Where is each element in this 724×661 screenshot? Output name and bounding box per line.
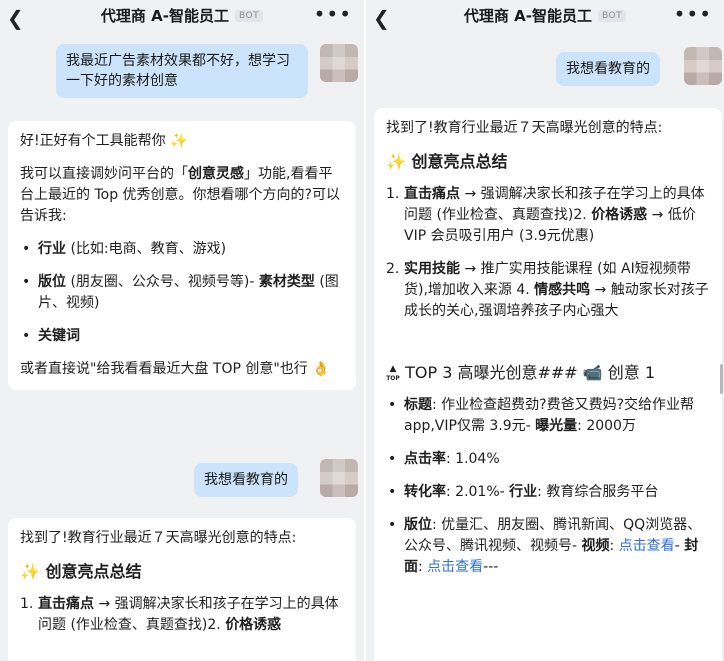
more-dots-icon[interactable]: •••	[674, 2, 712, 26]
user-message-bubble: 我最近广告素材效果都不好，想学习一下好的素材创意	[56, 44, 308, 98]
user-avatar[interactable]	[320, 459, 358, 497]
point-list: 1. 直击痛点 → 强调解决家长和孩子在学习上的具体问题 (作业检查、真题查找)2…	[20, 594, 344, 636]
option-list: • 行业 (比如:电商、教育、游戏) • 版位 (朋友圈、公众号、视频号等)- 素材…	[20, 239, 344, 347]
cover-view-link[interactable]: 点击查看	[427, 559, 483, 575]
bot-greeting: 好!正好有个工具能帮你 ✨	[20, 133, 188, 149]
more-dots-icon[interactable]: •••	[314, 2, 352, 26]
list-item: • 点击率: 1.04%	[388, 451, 500, 467]
chat-header: ❮ 代理商 A-智能员工 BOT •••	[0, 0, 364, 34]
list-item: 2. 实用技能 → 推广实用技能课程 (如 AI短视频带货),增加收入来源 4. …	[386, 261, 709, 319]
user-message-bubble: 我想看教育的	[194, 463, 298, 497]
top-arrow-icon: ▲ TOP	[386, 363, 400, 382]
chat-title: 代理商 A-智能员工	[463, 7, 592, 25]
list-item: • 版位 (朋友圈、公众号、视频号等)- 素材类型 (图片、视频)	[22, 274, 339, 311]
top3-heading: ▲ TOP TOP 3 高曝光创意### 📹 创意 1	[386, 363, 656, 382]
bot-badge: BOT	[597, 9, 627, 22]
user-avatar[interactable]	[684, 47, 722, 85]
bot-intro: 我可以直接调妙问平台的「创意灵感」功能,看看平台上最近的 Top 优秀创意。你想…	[20, 166, 340, 224]
point-list: 1. 直击痛点 → 强调解决家长和孩子在学习上的具体问题 (作业检查、真题查找)2…	[386, 184, 710, 322]
bot-intro: 找到了!教育行业最近７天高曝光创意的特点:	[386, 120, 663, 136]
list-item: • 转化率: 2.01%- 行业: 教育综合服务平台	[388, 484, 659, 500]
chat-title: 代理商 A-智能员工	[100, 7, 229, 25]
bot-outro: 或者直接说"给我看看最近大盘 TOP 创意"也行 👌	[20, 361, 330, 377]
list-item: 1. 直击痛点 → 强调解决家长和孩子在学习上的具体问题 (作业检查、真题查找)2…	[386, 186, 705, 244]
section-heading: ✨ 创意亮点总结	[386, 152, 508, 171]
chat-header: ❮ 代理商 A-智能员工 BOT •••	[366, 0, 724, 34]
bot-message-card: 找到了!教育行业最近７天高曝光创意的特点: ✨ 创意亮点总结 1. 直击痛点 → …	[374, 108, 722, 661]
section-heading: ✨ 创意亮点总结	[20, 562, 142, 581]
bot-message-card: 找到了!教育行业最近７天高曝光创意的特点: ✨ 创意亮点总结 1. 直击痛点 → …	[8, 518, 356, 661]
left-chat-pane: ❮ 代理商 A-智能员工 BOT ••• 我最近广告素材效果都不好，想学习一下好的…	[0, 0, 364, 661]
list-item: 1. 直击痛点 → 强调解决家长和孩子在学习上的具体问题 (作业检查、真题查找)2…	[20, 596, 339, 633]
list-item: • 标题: 作业检查超费劲?费爸又费妈?交给作业帮 app,VIP仅需 3.9元-…	[388, 397, 695, 434]
bot-intro: 找到了!教育行业最近７天高曝光创意的特点:	[20, 530, 297, 546]
list-item: • 版位: 优量汇、朋友圈、腾讯新闻、QQ浏览器、公众号、腾讯视频、视频号- 视频…	[388, 517, 702, 575]
scrollbar-thumb[interactable]	[720, 364, 723, 394]
list-item: • 关键词	[22, 328, 80, 344]
right-chat-pane: ❮ 代理商 A-智能员工 BOT ••• 我想看教育的 找到了!教育行业最近７天高…	[366, 0, 724, 661]
bot-message-card: 好!正好有个工具能帮你 ✨ 我可以直接调妙问平台的「创意灵感」功能,看看平台上最…	[8, 121, 356, 390]
video-view-link[interactable]: 点击查看	[619, 538, 675, 554]
user-message-bubble: 我想看教育的	[556, 52, 660, 86]
creative-detail-list: • 标题: 作业检查超费劲?费爸又费妈?交给作业帮 app,VIP仅需 3.9元-…	[386, 395, 710, 578]
list-item: • 行业 (比如:电商、教育、游戏)	[22, 241, 227, 257]
bot-badge: BOT	[234, 9, 264, 22]
user-avatar[interactable]	[320, 44, 358, 82]
